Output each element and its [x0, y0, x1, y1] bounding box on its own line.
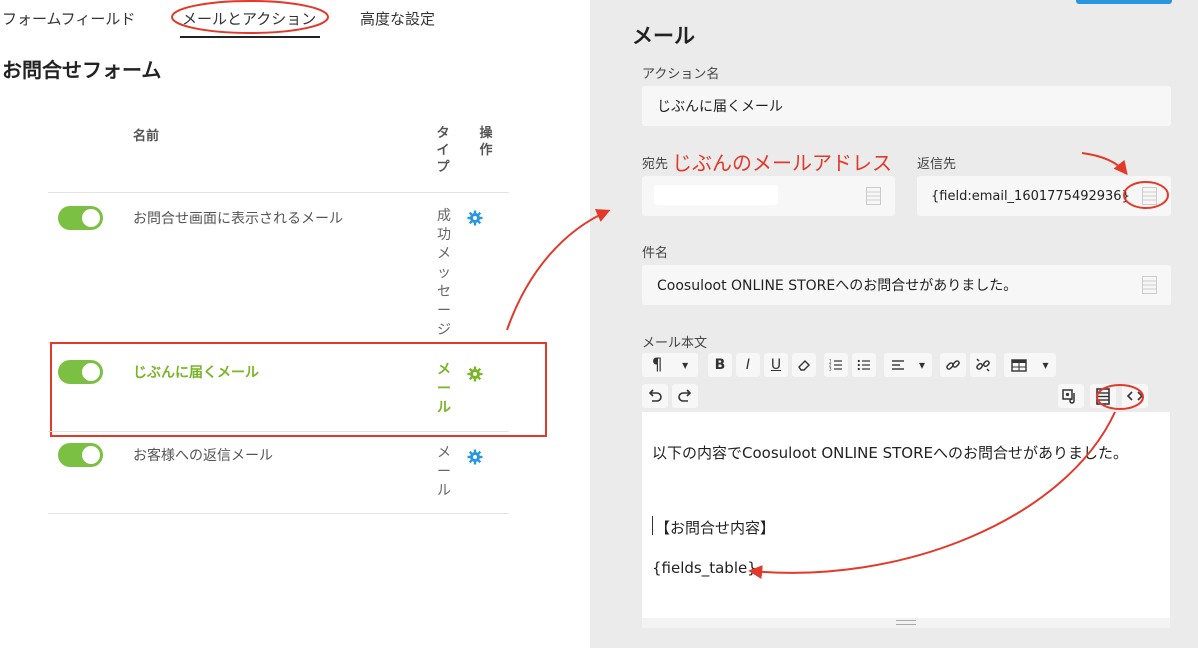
text-cursor: [652, 516, 653, 535]
mail-body-editor[interactable]: 以下の内容でCoosuloot ONLINE STOREへのお問合せがありました…: [642, 412, 1170, 622]
source-code-button[interactable]: [1122, 384, 1148, 408]
action-name-value: じぶんに届くメール: [657, 99, 783, 115]
action-name-input[interactable]: じぶんに届くメール: [642, 86, 1171, 126]
type-char: メ: [437, 246, 451, 262]
column-header-name: 名前: [133, 129, 160, 144]
field-list-icon: [1096, 387, 1110, 405]
code-icon: [1127, 391, 1143, 401]
editor-resize-bar[interactable]: [642, 618, 1170, 628]
redo-icon: [678, 389, 692, 402]
type-char: セ: [437, 284, 451, 300]
field-list-icon[interactable]: [866, 187, 881, 205]
type-char: ッ: [437, 265, 451, 281]
enable-toggle[interactable]: [58, 206, 103, 230]
underline-button[interactable]: U: [764, 353, 788, 377]
annotation-highlight-box: [50, 342, 547, 437]
tab-advanced-settings[interactable]: 高度な設定: [360, 8, 435, 29]
to-label: 宛先: [642, 157, 669, 172]
tab-form-fields[interactable]: フォームフィールド: [2, 8, 135, 29]
form-list-panel: フォームフィールド メールとアクション 高度な設定 お問合せフォーム 名前 タ …: [0, 0, 590, 648]
body-line-fields-table: {fields_table}: [652, 559, 757, 577]
field-list-icon[interactable]: [1142, 187, 1157, 205]
body-line-heading: 【お問合せ内容】: [655, 519, 776, 537]
align-left-icon: [891, 360, 904, 370]
tab-mail-actions[interactable]: メールとアクション: [182, 8, 316, 29]
ordered-list-icon: 123: [829, 359, 842, 372]
bullet-list-icon: [857, 359, 870, 371]
column-header-type: タ イ プ: [436, 125, 450, 176]
action-name-success-message[interactable]: お問合せ画面に表示されるメール: [133, 208, 343, 228]
active-tab-indicator: [180, 36, 320, 38]
bullet-list-button[interactable]: [852, 353, 876, 377]
media-icon: [1062, 389, 1075, 404]
enable-toggle[interactable]: [58, 443, 103, 467]
action-type: メ ー ル: [436, 444, 452, 501]
column-header-type-char: イ: [436, 143, 450, 158]
type-char: ー: [437, 464, 451, 480]
reply-to-input[interactable]: {field:email_1601775492936}: [917, 176, 1171, 216]
body-line-intro: 以下の内容でCoosuloot ONLINE STOREへのお問合せがありました…: [652, 444, 1128, 462]
italic-button[interactable]: I: [736, 353, 760, 377]
insert-field-button[interactable]: [1090, 384, 1116, 408]
bold-button[interactable]: B: [708, 353, 732, 377]
action-type: 成 功 メ ッ セ ー ジ: [436, 207, 452, 340]
insert-media-button[interactable]: [1058, 384, 1084, 408]
reply-to-label: 返信先: [917, 157, 957, 172]
type-char: 成: [437, 208, 451, 224]
redo-button[interactable]: [672, 384, 698, 408]
body-label: メール本文: [642, 336, 708, 351]
save-button[interactable]: [1076, 0, 1172, 4]
clear-format-button[interactable]: [792, 353, 816, 377]
column-header-type-char: プ: [436, 160, 450, 175]
action-name-customer-reply[interactable]: お客様への返信メール: [133, 445, 273, 465]
type-char: ジ: [437, 322, 451, 338]
type-char: メ: [437, 445, 451, 461]
mail-settings-panel: メール アクション名 じぶんに届くメール 宛先 じぶんのメールアドレス 返信先 …: [590, 0, 1198, 648]
column-header-ops-char: 作: [479, 143, 493, 158]
subject-label: 件名: [642, 246, 669, 261]
type-char: 功: [437, 227, 451, 243]
subject-value: Coosuloot ONLINE STOREへのお問合せがありました。: [657, 278, 1018, 294]
redacted-address: [654, 185, 778, 205]
row-divider: [48, 192, 509, 193]
table-icon: [1011, 358, 1028, 372]
row-divider: [48, 513, 509, 514]
column-header-type-char: タ: [436, 126, 450, 141]
resize-grip-icon: [896, 620, 916, 625]
to-annotation: じぶんのメールアドレス: [672, 151, 892, 175]
align-button[interactable]: ▾: [884, 353, 932, 377]
gear-icon[interactable]: [467, 210, 483, 226]
chevron-down-icon: ▾: [682, 358, 689, 372]
undo-icon: [648, 389, 662, 402]
link-icon: [946, 360, 960, 370]
column-header-operations: 操 作: [479, 125, 493, 159]
column-header-ops-char: 操: [479, 126, 493, 141]
action-name-label: アクション名: [642, 67, 720, 82]
undo-button[interactable]: [642, 384, 668, 408]
type-char: ー: [437, 303, 451, 319]
paragraph-style-button[interactable]: ¶ ▾: [642, 353, 698, 377]
subject-input[interactable]: Coosuloot ONLINE STOREへのお問合せがありました。: [642, 265, 1171, 305]
section-title: メール: [632, 24, 695, 48]
link-button[interactable]: [940, 353, 966, 377]
page-title: お問合せフォーム: [2, 58, 162, 82]
row-divider: [48, 431, 509, 432]
chevron-down-icon: ▾: [918, 358, 925, 372]
unlink-icon: [976, 358, 990, 372]
reply-to-value: {field:email_1601775492936}: [931, 188, 1130, 204]
eraser-icon: [798, 360, 810, 371]
ordered-list-button[interactable]: 123: [824, 353, 848, 377]
field-list-icon[interactable]: [1142, 276, 1157, 294]
chevron-down-icon: ▾: [1042, 358, 1049, 372]
paragraph-icon: ¶: [651, 355, 663, 375]
gear-icon[interactable]: [467, 449, 483, 465]
type-char: ル: [437, 483, 451, 499]
table-button[interactable]: ▾: [1004, 353, 1056, 377]
editor-toolbar: ¶ ▾ B I U 123 ▾ ▾: [642, 353, 1172, 411]
svg-text:3: 3: [829, 367, 832, 372]
unlink-button[interactable]: [970, 353, 996, 377]
